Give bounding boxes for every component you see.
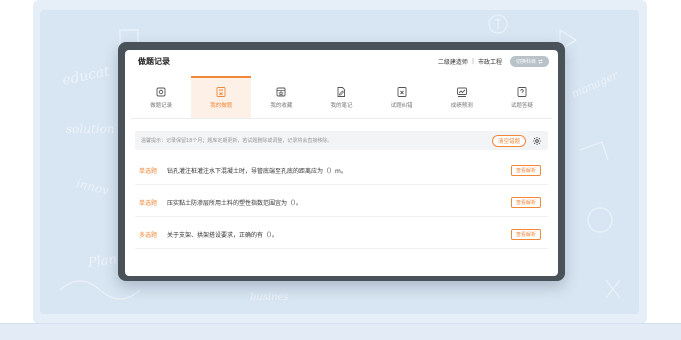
- question-row: 多选题 关于支架、拱架搭设要求，正确的有（）。 查看解析: [135, 220, 548, 249]
- view-analysis-button[interactable]: 查看解析: [510, 164, 541, 176]
- top-bar: 做题记录 二级建造师 | 市政工程 切换科目: [125, 50, 558, 72]
- tab-favorites[interactable]: 我的收藏: [251, 76, 311, 118]
- course-separator: |: [471, 57, 474, 65]
- tab-label: 成绩预测: [450, 102, 473, 109]
- tab-label: 试题答疑: [510, 102, 533, 109]
- switch-subject-button[interactable]: 切换科目: [509, 55, 549, 67]
- question-row: 单选题 压实黏土防渗层所用土料的塑性指数范围宜为（）。 查看解析: [135, 188, 548, 217]
- question-type: 单选题: [139, 199, 158, 207]
- view-analysis-button[interactable]: 查看解析: [510, 228, 541, 240]
- course-name: 二级建造师: [437, 58, 468, 66]
- question-text[interactable]: 钻孔灌注桩灌注水下混凝土时，导管底端至孔底的距离应为（）m。: [167, 166, 511, 175]
- tab-label: 试题纠错: [390, 102, 413, 109]
- device-frame: 做题记录 二级建造师 | 市政工程 切换科目 做题记录 我的做题 我的收藏 我的…: [118, 42, 565, 281]
- tab-notes[interactable]: 我的笔记: [311, 76, 371, 118]
- gear-icon[interactable]: [532, 136, 542, 146]
- favorite-icon: [276, 87, 286, 96]
- tab-label: 做题记录: [150, 102, 173, 109]
- notice-text: 温馨提示：记录保留18个月；题库定期更新，若试题删除或调整，记录将会直接移除。: [141, 138, 333, 144]
- note-icon: [338, 86, 346, 97]
- record-icon: [156, 87, 166, 96]
- question-row: 单选题 钻孔灌注桩灌注水下混凝土时，导管底端至孔底的距离应为（）m。 查看解析: [135, 156, 548, 185]
- clear-wrong-questions-button[interactable]: 清空错题: [491, 134, 526, 147]
- question-type: 单选题: [139, 167, 158, 175]
- error-correction-icon: [397, 86, 407, 97]
- app-screen: 做题记录 二级建造师 | 市政工程 切换科目 做题记录 我的做题 我的收藏 我的…: [125, 50, 558, 276]
- subject-name: 市政工程: [477, 58, 502, 66]
- question-text[interactable]: 关于支架、拱架搭设要求，正确的有（）。: [167, 230, 511, 239]
- question-list: 单选题 钻孔灌注桩灌注水下混凝土时，导管底端至孔底的距离应为（）m。 查看解析 …: [135, 156, 548, 252]
- practice-icon: [216, 86, 226, 97]
- course-info: 二级建造师 | 市政工程 切换科目: [437, 55, 549, 67]
- question-text[interactable]: 压实黏土防渗层所用土料的塑性指数范围宜为（）。: [167, 198, 511, 207]
- tab-bar: 做题记录 我的做题 我的收藏 我的笔记 试题纠错 成绩预测 试题答疑: [131, 76, 552, 119]
- switch-subject-label: 切换科目: [515, 58, 536, 65]
- tab-my-practice[interactable]: 我的做题: [191, 76, 252, 118]
- tab-label: 我的做题: [210, 102, 233, 109]
- notice-bar: 温馨提示：记录保留18个月；题库定期更新，若试题删除或调整，记录将会直接移除。 …: [135, 131, 548, 150]
- qa-icon: [517, 86, 527, 97]
- score-prediction-icon: [456, 87, 467, 97]
- tab-label: 我的笔记: [330, 102, 353, 109]
- question-type: 多选题: [139, 231, 158, 239]
- view-analysis-button[interactable]: 查看解析: [510, 196, 541, 208]
- page-title: 做题记录: [138, 56, 170, 66]
- tab-record[interactable]: 做题记录: [131, 76, 191, 118]
- laptop-base: [0, 323, 681, 340]
- swap-icon: [538, 58, 543, 64]
- tab-error-correction[interactable]: 试题纠错: [372, 76, 432, 118]
- tab-score-prediction[interactable]: 成绩预测: [432, 76, 492, 118]
- tab-qa[interactable]: 试题答疑: [492, 76, 552, 118]
- tab-label: 我的收藏: [270, 102, 293, 109]
